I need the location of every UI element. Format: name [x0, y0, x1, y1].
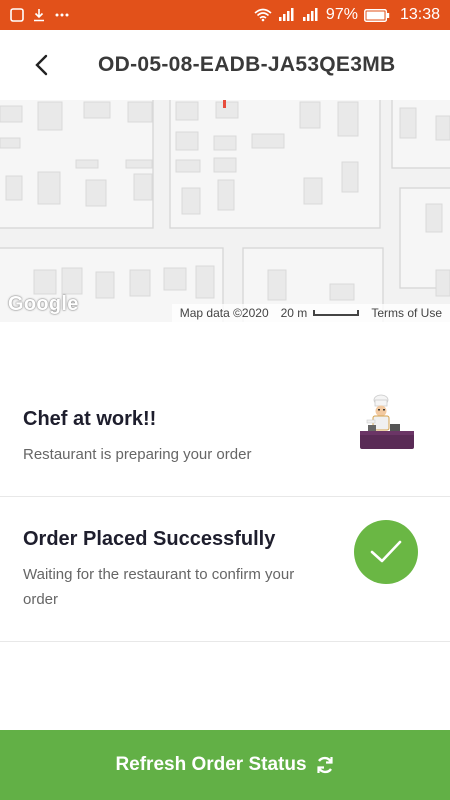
order-id-title: OD-05-08-EADB-JA53QE3MB	[98, 53, 396, 76]
status-left	[10, 8, 70, 22]
chef-icon	[358, 394, 416, 454]
back-arrow-icon	[35, 54, 48, 76]
map-scale-label: 20 m	[280, 306, 308, 320]
battery-icon	[364, 8, 390, 22]
wifi-icon	[254, 8, 272, 22]
map-data-label: Map data ©2020	[179, 306, 269, 320]
status-title: Chef at work!!	[23, 408, 157, 430]
map-scale: 20 m	[281, 306, 360, 320]
status-card-chef: Chef at work!! Restaurant is preparing y…	[0, 370, 450, 497]
status-subtitle: Restaurant is preparing your order	[23, 446, 252, 463]
terms-of-use-link[interactable]: Terms of Use	[371, 306, 442, 320]
refresh-order-status-button[interactable]: Refresh Order Status	[0, 730, 450, 800]
refresh-button-label: Refresh Order Status	[115, 754, 307, 775]
scale-bar-icon	[313, 310, 360, 316]
status-subtitle: Waiting for the restaurant to confirm yo…	[23, 566, 295, 608]
download-icon	[32, 8, 46, 22]
status-title: Order Placed Successfully	[23, 528, 276, 550]
status-right: 97% 13:38	[254, 6, 440, 24]
signal-icon	[278, 8, 296, 22]
battery-percent: 97%	[325, 6, 358, 23]
back-button[interactable]	[16, 30, 66, 100]
clock: 13:38	[399, 6, 440, 23]
map-tiles	[0, 100, 450, 322]
notification-icon	[10, 8, 24, 22]
refresh-icon	[315, 755, 335, 775]
check-icon	[354, 520, 418, 584]
status-card-order-placed: Order Placed Successfully Waiting for th…	[0, 497, 450, 642]
google-logo: Google	[8, 293, 79, 315]
map-attribution: Map data ©2020 20 m Terms of Use	[171, 304, 450, 322]
signal-icon	[302, 8, 320, 22]
status-bar: 97% 13:38	[0, 0, 450, 30]
map-view[interactable]: Google Map data ©2020 20 m Terms of Use	[0, 100, 450, 322]
more-icon	[54, 12, 70, 18]
app-header: OD-05-08-EADB-JA53QE3MB	[0, 30, 450, 100]
